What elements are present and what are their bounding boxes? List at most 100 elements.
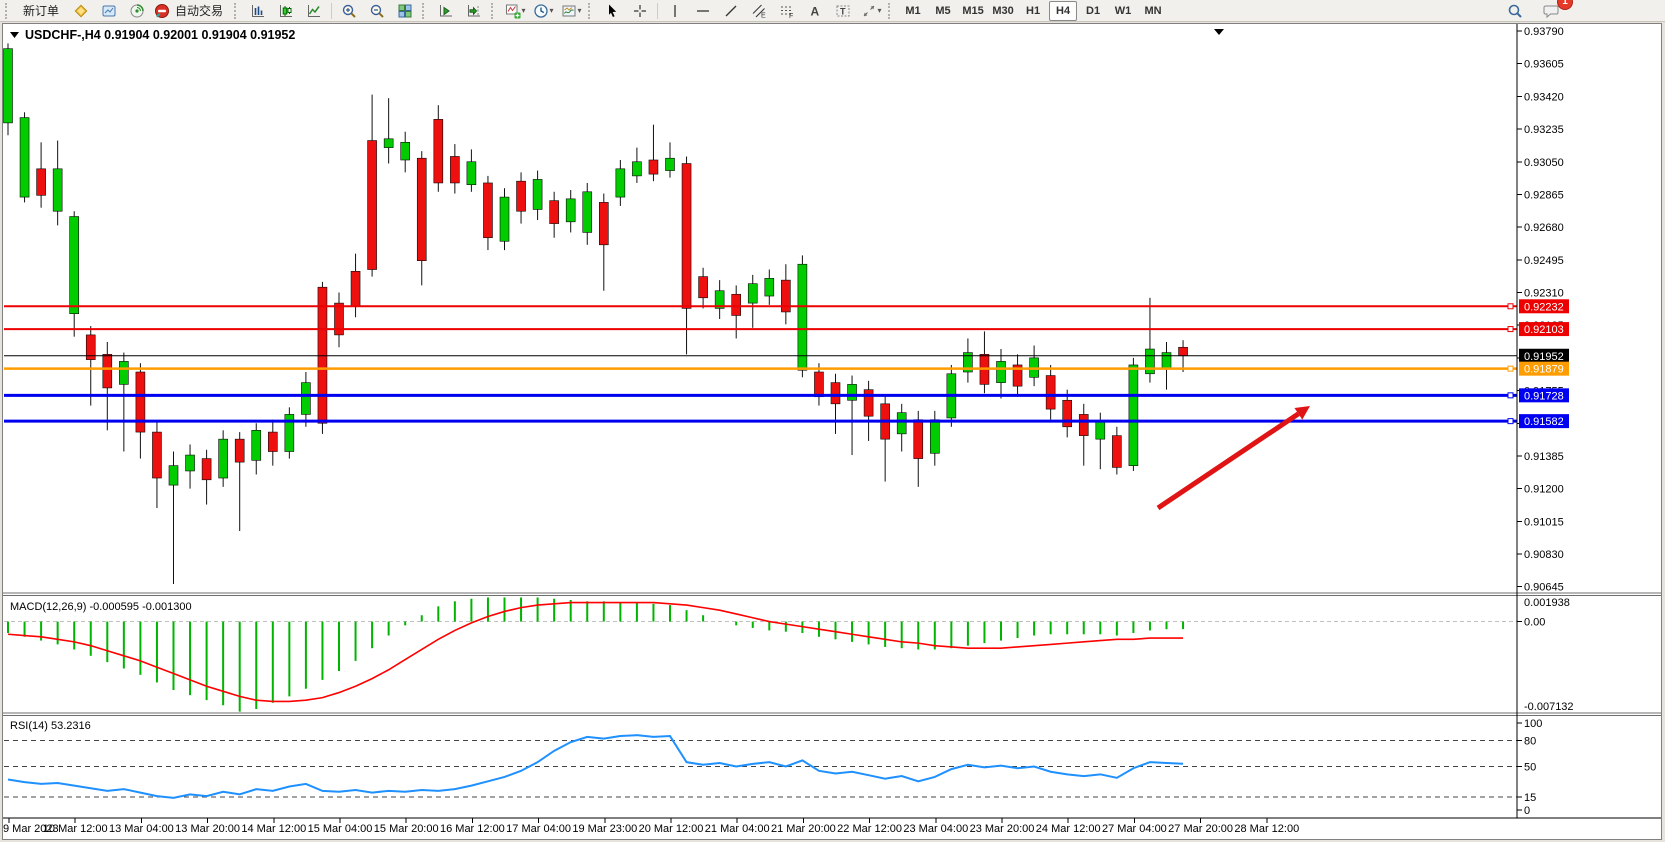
svg-text:0.91015: 0.91015 — [1524, 516, 1564, 528]
new-order-button[interactable]: 新订单 — [15, 0, 67, 22]
toolbar-grip — [234, 3, 241, 19]
svg-text:0.91952: 0.91952 — [1524, 351, 1564, 363]
crosshair-icon — [632, 3, 648, 19]
svg-text:24 Mar 12:00: 24 Mar 12:00 — [1036, 823, 1101, 835]
search-button[interactable] — [1501, 0, 1529, 22]
svg-text:0.92865: 0.92865 — [1524, 189, 1564, 201]
toolbar-channel-button[interactable]: E — [745, 0, 773, 22]
dropdown-caret-icon: ▾ — [578, 6, 582, 15]
toolbar-vline-button[interactable] — [661, 0, 689, 22]
svg-text:0.91879: 0.91879 — [1524, 364, 1564, 376]
toolbar-gold-bars-button[interactable] — [67, 0, 95, 22]
svg-text:23 Mar 20:00: 23 Mar 20:00 — [970, 823, 1035, 835]
text-label-icon: T — [835, 3, 851, 19]
svg-text:0.92103: 0.92103 — [1524, 324, 1564, 336]
svg-text:0.93605: 0.93605 — [1524, 59, 1564, 71]
profile-window-icon — [101, 3, 117, 19]
toolbar-text-a-button[interactable]: A — [801, 0, 829, 22]
dropdown-caret-icon: ▾ — [550, 6, 554, 15]
toolbar-grip — [491, 3, 498, 19]
rsi-label: RSI(14) 53.2316 — [10, 720, 91, 732]
timeframe-m5-button[interactable]: M5 — [929, 1, 957, 21]
svg-text:15: 15 — [1524, 792, 1536, 804]
macd-label: MACD(12,26,9) -0.000595 -0.001300 — [10, 601, 192, 613]
svg-text:0.91728: 0.91728 — [1524, 390, 1564, 402]
svg-text:22 Mar 12:00: 22 Mar 12:00 — [837, 823, 902, 835]
toolbar-cursor-arrow-button[interactable] — [598, 0, 626, 22]
svg-text:E: E — [761, 12, 766, 19]
svg-text:23 Mar 04:00: 23 Mar 04:00 — [903, 823, 968, 835]
vline-icon — [667, 3, 683, 19]
toolbar-shapes-arrows-button[interactable]: ▾ — [857, 0, 885, 22]
svg-text:15 Mar 04:00: 15 Mar 04:00 — [308, 823, 373, 835]
svg-text:0.92680: 0.92680 — [1524, 222, 1564, 234]
toolbar-hline-button[interactable] — [689, 0, 717, 22]
svg-text:T: T — [840, 6, 846, 16]
notification-badge[interactable]: 1 — [1557, 0, 1573, 10]
svg-text:21 Mar 20:00: 21 Mar 20:00 — [771, 823, 836, 835]
toolbar-chart-shift-button[interactable] — [460, 0, 488, 22]
svg-text:28 Mar 12:00: 28 Mar 12:00 — [1234, 823, 1299, 835]
channel-icon: E — [751, 3, 767, 19]
svg-text:0.92495: 0.92495 — [1524, 255, 1564, 267]
toolbar-right-icons: 1 — [1501, 0, 1565, 22]
toolbar-candle-chart-button[interactable] — [272, 0, 300, 22]
toolbar-template-chart-button[interactable]: ▾ — [557, 0, 585, 22]
toolbar-radar-button[interactable] — [123, 0, 151, 22]
autotrade-button[interactable]: 自动交易 — [151, 0, 231, 22]
svg-text:15 Mar 20:00: 15 Mar 20:00 — [374, 823, 439, 835]
toolbar-profile-window-button[interactable] — [95, 0, 123, 22]
svg-text:0.91582: 0.91582 — [1524, 416, 1564, 428]
svg-text:17 Mar 04:00: 17 Mar 04:00 — [506, 823, 571, 835]
timeframe-d1-button[interactable]: D1 — [1079, 1, 1107, 21]
zoom-in-icon — [341, 3, 357, 19]
toolbar-autoscroll-button[interactable] — [432, 0, 460, 22]
tile-windows-icon — [397, 3, 413, 19]
toolbar-bar-chart-button[interactable] — [244, 0, 272, 22]
svg-text:10 Mar 12:00: 10 Mar 12:00 — [43, 823, 108, 835]
svg-text:0.92232: 0.92232 — [1524, 301, 1564, 313]
toolbar-fibonacci-button[interactable]: F — [773, 0, 801, 22]
zoom-out-icon — [369, 3, 385, 19]
toolbar-periods-clock-button[interactable]: ▾ — [529, 0, 557, 22]
timeframe-m1-button[interactable]: M1 — [899, 1, 927, 21]
svg-text:13 Mar 20:00: 13 Mar 20:00 — [175, 823, 240, 835]
toolbar-separator — [331, 3, 332, 19]
shapes-arrows-icon — [861, 3, 877, 19]
svg-text:A: A — [811, 4, 820, 18]
fibonacci-icon: F — [779, 3, 795, 19]
chart-window[interactable]: 10080501500.0019380.00-0.0071320.937900.… — [2, 23, 1662, 840]
timeframe-h4-button[interactable]: H4 — [1049, 1, 1077, 21]
svg-text:27 Mar 20:00: 27 Mar 20:00 — [1168, 823, 1233, 835]
svg-text:0.91200: 0.91200 — [1524, 484, 1564, 496]
timeframe-m15-button[interactable]: M15 — [959, 1, 987, 21]
toolbar-line-chart-button[interactable] — [300, 0, 328, 22]
toolbar-separator — [657, 3, 658, 19]
svg-text:0.91385: 0.91385 — [1524, 451, 1564, 463]
svg-text:USDCHF-,H4 0.91904 0.92001 0.: USDCHF-,H4 0.91904 0.92001 0.91904 0.919… — [25, 28, 295, 42]
toolbar-crosshair-button[interactable] — [626, 0, 654, 22]
toolbar-tile-windows-button[interactable] — [391, 0, 419, 22]
trendline-icon — [723, 3, 739, 19]
radar-icon — [129, 3, 145, 19]
search-icon — [1507, 3, 1523, 19]
dropdown-caret-icon: ▾ — [878, 6, 882, 15]
svg-text:21 Mar 04:00: 21 Mar 04:00 — [705, 823, 770, 835]
candle-chart-icon — [278, 3, 294, 19]
timeframe-mn-button[interactable]: MN — [1139, 1, 1167, 21]
toolbar-trendline-button[interactable] — [717, 0, 745, 22]
timeframe-m30-button[interactable]: M30 — [989, 1, 1017, 21]
toolbar-text-label-button[interactable]: T — [829, 0, 857, 22]
template-chart-icon — [561, 3, 577, 19]
timeframe-w1-button[interactable]: W1 — [1109, 1, 1137, 21]
chart-canvas[interactable]: 10080501500.0019380.00-0.0071320.937900.… — [2, 23, 1662, 840]
timeframe-h1-button[interactable]: H1 — [1019, 1, 1047, 21]
svg-text:19 Mar 23:00: 19 Mar 23:00 — [572, 823, 637, 835]
mt4-window: 新订单自动交易▾▾▾EFAT▾M1M5M15M30H1H4D1W1MN1 100… — [0, 0, 1665, 842]
svg-text:0: 0 — [1524, 805, 1530, 817]
toolbar-zoom-out-button[interactable] — [363, 0, 391, 22]
chart-title: USDCHF-,H4 0.91904 0.92001 0.91904 0.919… — [10, 28, 295, 42]
periods-clock-icon — [533, 3, 549, 19]
toolbar-indicators-add-button[interactable]: ▾ — [501, 0, 529, 22]
toolbar-zoom-in-button[interactable] — [335, 0, 363, 22]
